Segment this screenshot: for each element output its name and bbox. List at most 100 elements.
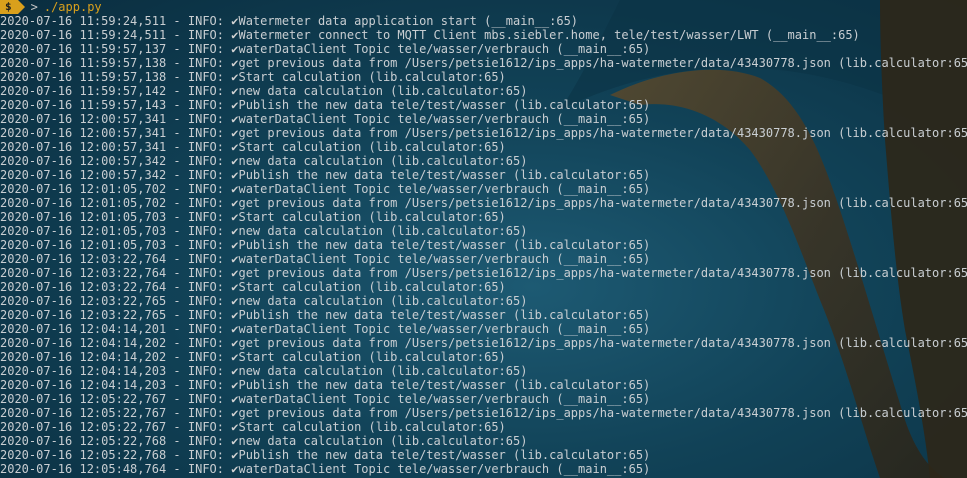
log-level: INFO: xyxy=(187,252,224,266)
log-separator: - xyxy=(173,182,181,196)
log-message: Publish the new data tele/test/wasser (l… xyxy=(238,98,651,112)
log-line: 2020-07-16 11:59:57,137 - INFO: ✔waterDa… xyxy=(0,42,967,56)
log-separator: - xyxy=(173,252,181,266)
log-level: INFO: xyxy=(187,322,224,336)
log-line: 2020-07-16 11:59:24,511 - INFO: ✔Waterme… xyxy=(0,28,967,42)
log-message: get previous data from /Users/petsie1612… xyxy=(238,56,967,70)
log-message: get previous data from /Users/petsie1612… xyxy=(238,126,967,140)
log-level: INFO: xyxy=(187,42,224,56)
log-level: INFO: xyxy=(187,196,224,210)
log-line: 2020-07-16 12:03:22,765 - INFO: ✔new dat… xyxy=(0,294,967,308)
terminal-window[interactable]: $ > ./app.py 2020-07-16 11:59:24,511 - INF… xyxy=(0,0,967,478)
log-timestamp: 2020-07-16 12:01:05,703 xyxy=(0,238,167,252)
log-timestamp: 2020-07-16 12:05:22,767 xyxy=(0,420,167,434)
log-level: INFO: xyxy=(187,98,224,112)
log-line: 2020-07-16 12:04:14,202 - INFO: ✔get pre… xyxy=(0,336,967,350)
log-timestamp: 2020-07-16 12:00:57,342 xyxy=(0,154,167,168)
log-timestamp: 2020-07-16 12:01:05,702 xyxy=(0,196,167,210)
log-timestamp: 2020-07-16 11:59:57,137 xyxy=(0,42,167,56)
log-timestamp: 2020-07-16 12:04:14,203 xyxy=(0,364,167,378)
log-message: Start calculation (lib.calculator:65) xyxy=(238,280,506,294)
log-output: 2020-07-16 11:59:24,511 - INFO: ✔Waterme… xyxy=(0,14,967,476)
log-separator: - xyxy=(173,154,181,168)
log-message: get previous data from /Users/petsie1612… xyxy=(238,266,967,280)
log-timestamp: 2020-07-16 12:04:14,202 xyxy=(0,336,167,350)
log-timestamp: 2020-07-16 11:59:57,138 xyxy=(0,70,167,84)
log-timestamp: 2020-07-16 12:00:57,341 xyxy=(0,140,167,154)
log-separator: - xyxy=(173,280,181,294)
log-line: 2020-07-16 12:03:22,764 - INFO: ✔get pre… xyxy=(0,266,967,280)
prompt-caret: > xyxy=(30,0,38,14)
log-separator: - xyxy=(173,140,181,154)
log-line: 2020-07-16 12:01:05,703 - INFO: ✔new dat… xyxy=(0,224,967,238)
log-line: 2020-07-16 12:00:57,341 - INFO: ✔get pre… xyxy=(0,126,967,140)
log-line: 2020-07-16 12:00:57,342 - INFO: ✔new dat… xyxy=(0,154,967,168)
log-level: INFO: xyxy=(187,224,224,238)
log-line: 2020-07-16 12:05:22,768 - INFO: ✔new dat… xyxy=(0,434,967,448)
log-line: 2020-07-16 12:05:48,764 - INFO: ✔waterDa… xyxy=(0,462,967,476)
log-line: 2020-07-16 11:59:57,138 - INFO: ✔Start c… xyxy=(0,70,967,84)
log-message: new data calculation (lib.calculator:65) xyxy=(238,84,528,98)
log-separator: - xyxy=(173,14,181,28)
log-timestamp: 2020-07-16 12:01:05,703 xyxy=(0,210,167,224)
log-level: INFO: xyxy=(187,462,224,476)
log-level: INFO: xyxy=(187,168,224,182)
log-line: 2020-07-16 12:05:22,767 - INFO: ✔get pre… xyxy=(0,406,967,420)
log-timestamp: 2020-07-16 12:03:22,765 xyxy=(0,294,167,308)
log-timestamp: 2020-07-16 12:00:57,341 xyxy=(0,126,167,140)
log-message: new data calculation (lib.calculator:65) xyxy=(238,364,528,378)
log-line: 2020-07-16 11:59:57,142 - INFO: ✔new dat… xyxy=(0,84,967,98)
log-separator: - xyxy=(173,406,181,420)
log-timestamp: 2020-07-16 12:00:57,341 xyxy=(0,112,167,126)
log-line: 2020-07-16 12:03:22,765 - INFO: ✔Publish… xyxy=(0,308,967,322)
log-line: 2020-07-16 12:01:05,702 - INFO: ✔get pre… xyxy=(0,196,967,210)
log-level: INFO: xyxy=(187,448,224,462)
log-level: INFO: xyxy=(187,28,224,42)
log-level: INFO: xyxy=(187,336,224,350)
log-message: waterDataClient Topic tele/wasser/verbra… xyxy=(238,252,651,266)
log-separator: - xyxy=(173,364,181,378)
log-message: waterDataClient Topic tele/wasser/verbra… xyxy=(238,42,651,56)
log-separator: - xyxy=(173,238,181,252)
log-line: 2020-07-16 12:03:22,764 - INFO: ✔waterDa… xyxy=(0,252,967,266)
log-line: 2020-07-16 12:00:57,341 - INFO: ✔Start c… xyxy=(0,140,967,154)
log-separator: - xyxy=(173,168,181,182)
log-separator: - xyxy=(173,448,181,462)
log-separator: - xyxy=(173,42,181,56)
log-line: 2020-07-16 12:05:22,767 - INFO: ✔Start c… xyxy=(0,420,967,434)
log-level: INFO: xyxy=(187,210,224,224)
log-timestamp: 2020-07-16 12:03:22,764 xyxy=(0,280,167,294)
log-level: INFO: xyxy=(187,154,224,168)
log-timestamp: 2020-07-16 11:59:57,142 xyxy=(0,84,167,98)
log-timestamp: 2020-07-16 11:59:24,511 xyxy=(0,28,167,42)
log-separator: - xyxy=(173,70,181,84)
log-level: INFO: xyxy=(187,238,224,252)
log-message: Publish the new data tele/test/wasser (l… xyxy=(238,378,651,392)
log-line: 2020-07-16 12:00:57,341 - INFO: ✔waterDa… xyxy=(0,112,967,126)
log-message: Start calculation (lib.calculator:65) xyxy=(238,420,506,434)
log-level: INFO: xyxy=(187,434,224,448)
log-line: 2020-07-16 11:59:57,138 - INFO: ✔get pre… xyxy=(0,56,967,70)
log-line: 2020-07-16 12:05:22,768 - INFO: ✔Publish… xyxy=(0,448,967,462)
log-separator: - xyxy=(173,350,181,364)
log-level: INFO: xyxy=(187,112,224,126)
log-message: Start calculation (lib.calculator:65) xyxy=(238,140,506,154)
log-message: get previous data from /Users/petsie1612… xyxy=(238,406,967,420)
log-timestamp: 2020-07-16 12:03:22,764 xyxy=(0,266,167,280)
log-separator: - xyxy=(173,56,181,70)
log-timestamp: 2020-07-16 12:03:22,765 xyxy=(0,308,167,322)
log-timestamp: 2020-07-16 12:05:48,764 xyxy=(0,462,167,476)
log-message: get previous data from /Users/petsie1612… xyxy=(238,336,967,350)
log-message: Start calculation (lib.calculator:65) xyxy=(238,350,506,364)
log-level: INFO: xyxy=(187,140,224,154)
log-level: INFO: xyxy=(187,266,224,280)
log-separator: - xyxy=(173,224,181,238)
log-separator: - xyxy=(173,322,181,336)
log-timestamp: 2020-07-16 11:59:57,143 xyxy=(0,98,167,112)
log-timestamp: 2020-07-16 12:04:14,202 xyxy=(0,350,167,364)
log-timestamp: 2020-07-16 12:05:22,767 xyxy=(0,406,167,420)
log-level: INFO: xyxy=(187,364,224,378)
log-timestamp: 2020-07-16 12:01:05,702 xyxy=(0,182,167,196)
log-message: Publish the new data tele/test/wasser (l… xyxy=(238,168,651,182)
log-level: INFO: xyxy=(187,378,224,392)
